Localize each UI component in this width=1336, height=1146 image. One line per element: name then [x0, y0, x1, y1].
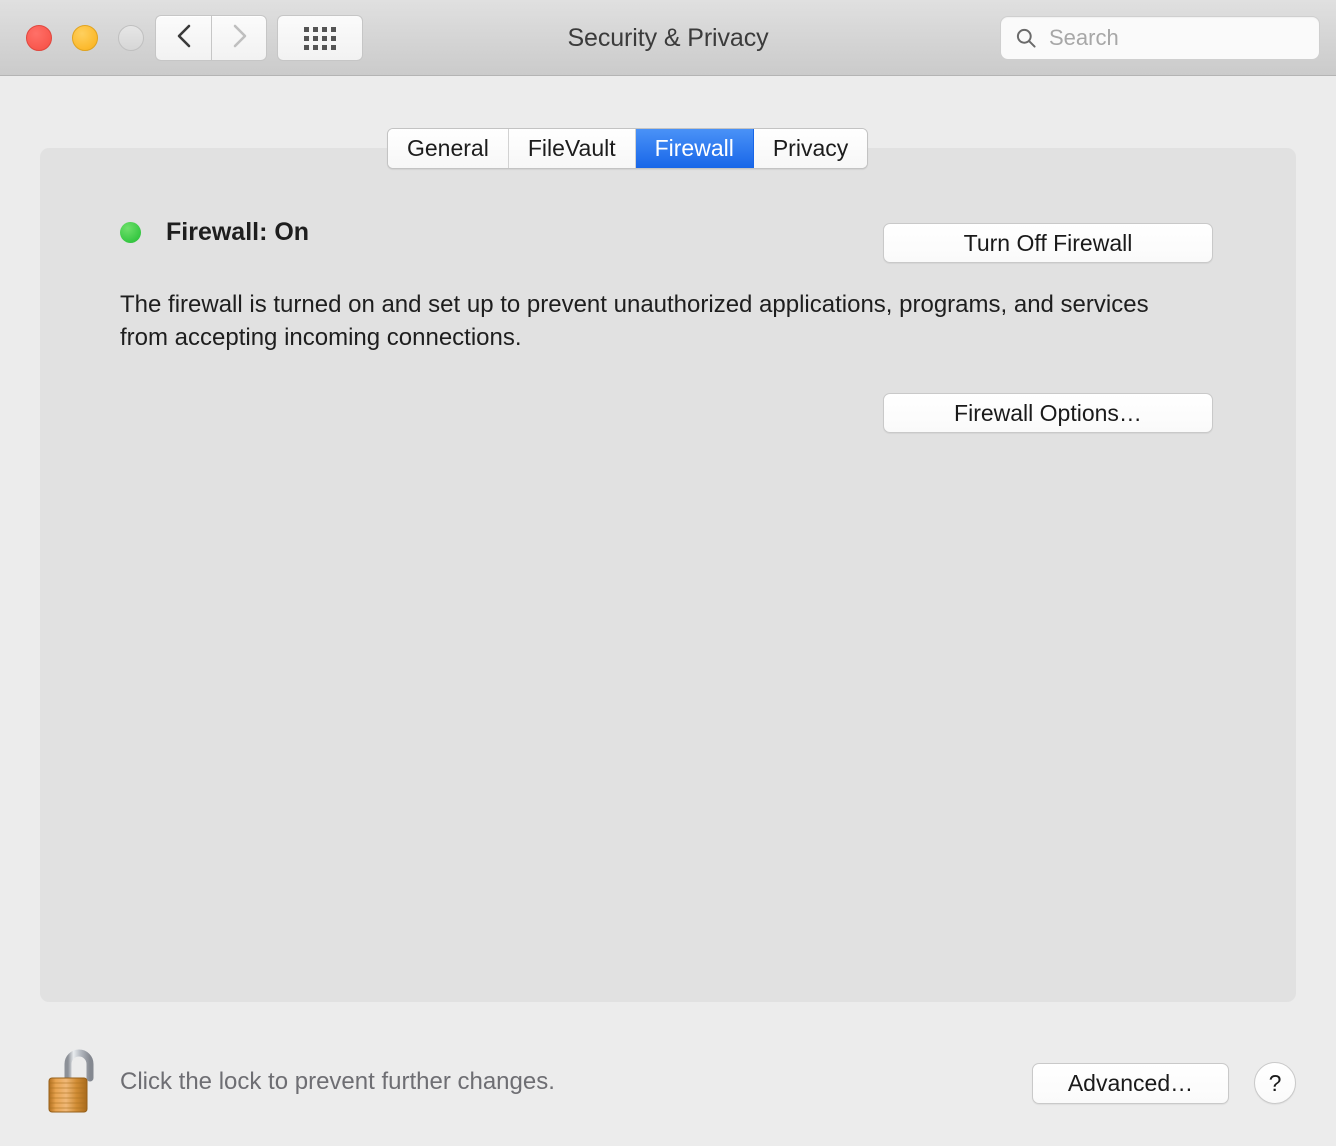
chevron-right-icon	[230, 22, 248, 55]
firewall-description-text: The firewall is turned on and set up to …	[120, 291, 1149, 351]
grid-icon	[304, 26, 336, 50]
window-titlebar: Security & Privacy	[0, 0, 1336, 76]
minimize-window-button[interactable]	[72, 25, 98, 51]
tab-filevault[interactable]: FileVault	[508, 129, 636, 168]
unlocked-padlock-icon	[44, 1049, 100, 1124]
status-indicator-dot	[120, 222, 141, 243]
lock-hint-text: Click the lock to prevent further change…	[120, 1068, 555, 1095]
chevron-left-icon	[175, 22, 193, 55]
traffic-light-group	[26, 25, 144, 51]
security-privacy-window: Security & Privacy General FileVault Fir…	[0, 0, 1336, 1146]
back-button[interactable]	[155, 15, 211, 61]
firewall-status-label: Firewall: On	[166, 218, 310, 246]
search-icon	[1015, 27, 1037, 49]
help-button[interactable]: ?	[1254, 1062, 1296, 1104]
show-all-button[interactable]	[277, 15, 363, 61]
tab-general[interactable]: General	[388, 129, 509, 168]
tab-privacy[interactable]: Privacy	[753, 129, 868, 168]
preference-tab-bar: General FileVault Firewall Privacy	[387, 128, 869, 169]
turn-off-firewall-button[interactable]: Turn Off Firewall	[883, 223, 1213, 263]
firewall-content-panel: Firewall: On Turn Off Firewall The firew…	[40, 148, 1296, 1002]
firewall-status-row: Firewall: On	[120, 218, 309, 247]
advanced-button[interactable]: Advanced…	[1032, 1063, 1229, 1104]
navigation-button-group	[155, 15, 267, 61]
search-field[interactable]	[1000, 16, 1320, 60]
close-window-button[interactable]	[26, 25, 52, 51]
search-input[interactable]	[1047, 24, 1301, 52]
forward-button	[211, 15, 267, 61]
zoom-window-button	[118, 25, 144, 51]
tab-firewall[interactable]: Firewall	[635, 129, 754, 168]
firewall-options-button[interactable]: Firewall Options…	[883, 393, 1213, 433]
lock-button[interactable]	[44, 1044, 100, 1120]
